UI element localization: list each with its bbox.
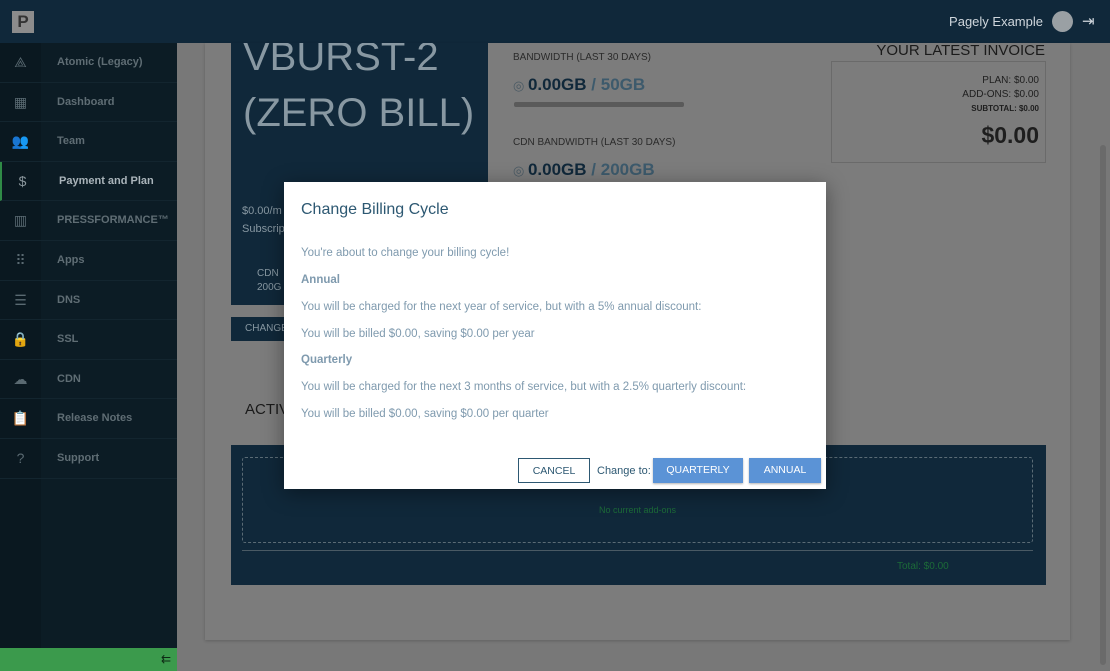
- divider: [242, 550, 1033, 551]
- logout-icon[interactable]: ⇥: [1082, 12, 1095, 30]
- sidebar-item-support[interactable]: ? Support: [0, 439, 177, 479]
- change-billing-cycle-modal: Change Billing Cycle You're about to cha…: [284, 182, 826, 489]
- dns-icon: ☰: [14, 291, 27, 308]
- cdn-limit: / 200GB: [591, 160, 655, 179]
- cloud-icon: ☁: [13, 370, 28, 387]
- sidebar-item-atomic-legacy[interactable]: ⟁ Atomic (Legacy): [0, 43, 177, 83]
- dashboard-icon: ▦: [13, 93, 28, 110]
- help-icon: ?: [16, 450, 25, 466]
- bandwidth-used: 0.00GB: [527, 75, 587, 94]
- cancel-button[interactable]: CANCEL: [518, 458, 590, 483]
- sidebar-item-cdn[interactable]: ☁ CDN: [0, 360, 177, 400]
- active-addons-heading: ACTIV: [245, 401, 290, 418]
- lock-icon: 🔒: [11, 331, 30, 348]
- invoice-plan: PLAN: $0.00: [982, 75, 1039, 86]
- annual-button[interactable]: ANNUAL: [749, 458, 821, 483]
- sidebar-item-release-notes[interactable]: 📋 Release Notes: [0, 399, 177, 439]
- sidebar-item-label: CDN: [57, 372, 81, 385]
- quarterly-heading: Quarterly: [301, 354, 353, 366]
- atomic-icon: ⟁: [14, 54, 27, 70]
- dollar-icon: $: [18, 172, 27, 189]
- invoice-box: PLAN: $0.00 ADD-ONS: $0.00 SUBTOTAL: $0.…: [831, 61, 1046, 163]
- sidebar-item-label: SSL: [57, 333, 79, 346]
- bandwidth-label: BANDWIDTH (LAST 30 DAYS): [513, 52, 651, 63]
- sidebar-item-label: Dashboard: [57, 95, 115, 108]
- change-plan-button[interactable]: CHANGE: [231, 317, 291, 341]
- sidebar-item-label: DNS: [57, 293, 81, 306]
- plan-cdn: CDN 200G: [257, 267, 281, 295]
- bandwidth-progress-bar: [514, 102, 684, 107]
- sidebar-item-team[interactable]: 👥 Team: [0, 122, 177, 162]
- cdn-label: CDN: [257, 268, 279, 279]
- collapse-icon: ⇇: [160, 652, 171, 666]
- top-header: P Pagely Example ⇥: [0, 0, 1110, 43]
- bandwidth-value: ◎ 0.00GB / 50GB: [513, 75, 645, 95]
- signal-icon: ◎: [513, 78, 528, 93]
- sidebar-item-label: PRESSFORMANCE™: [57, 214, 169, 227]
- quarterly-button[interactable]: QUARTERLY: [653, 458, 743, 483]
- plan-title: VBURST-2 (ZERO BILL): [243, 43, 475, 135]
- plan-subscription: Subscrip: [242, 223, 285, 235]
- avatar[interactable]: [1052, 11, 1073, 32]
- clipboard-icon: 📋: [11, 410, 30, 427]
- quarterly-bill: You will be billed $0.00, saving $0.00 p…: [301, 408, 549, 420]
- addons-total: Total: $0.00: [897, 561, 949, 572]
- signal-icon: ◎: [513, 163, 528, 178]
- invoice-addons: ADD-ONS: $0.00: [962, 89, 1039, 100]
- cdn-bandwidth-label: CDN BANDWIDTH (LAST 30 DAYS): [513, 137, 676, 148]
- annual-description: You will be charged for the next year of…: [301, 301, 702, 313]
- change-to-label: Change to:: [597, 465, 651, 477]
- sidebar-item-dashboard[interactable]: ▦ Dashboard: [0, 83, 177, 123]
- collapse-sidebar-button[interactable]: ⇇: [0, 648, 177, 671]
- modal-title: Change Billing Cycle: [301, 201, 449, 218]
- invoice-subtotal: SUBTOTAL: $0.00: [971, 104, 1039, 113]
- no-addons-text: No current add-ons: [598, 505, 677, 515]
- modal-intro: You're about to change your billing cycl…: [301, 247, 510, 259]
- cdn-used: 0.00GB: [527, 160, 587, 179]
- sidebar-item-label: Support: [57, 452, 100, 464]
- sidebar-item-label: Team: [57, 135, 85, 148]
- apps-grid-icon: ⠿: [15, 252, 26, 268]
- plan-price: $0.00/m: [242, 205, 282, 217]
- annual-heading: Annual: [301, 274, 340, 286]
- invoice-title: YOUR LATEST INVOICE: [876, 42, 1045, 59]
- bandwidth-limit: / 50GB: [591, 75, 646, 94]
- chart-icon: ▥: [13, 212, 28, 229]
- sidebar: ⟁ Atomic (Legacy) ▦ Dashboard 👥 Team $ Payment …: [0, 43, 177, 648]
- quarterly-description: You will be charged for the next 3 month…: [301, 381, 747, 393]
- user-name[interactable]: Pagely Example: [949, 14, 1043, 29]
- sidebar-item-label: Payment and Plan: [59, 174, 154, 187]
- team-icon: 👥: [11, 133, 30, 150]
- sidebar-item-label: Apps: [57, 254, 85, 266]
- scrollbar[interactable]: [1100, 145, 1106, 665]
- cdn-amount: 200G: [257, 282, 282, 293]
- invoice-total: $0.00: [981, 122, 1039, 148]
- sidebar-item-label: Atomic (Legacy): [57, 56, 143, 68]
- sidebar-item-label: Release Notes: [57, 412, 133, 425]
- sidebar-item-pressformance[interactable]: ▥ PRESSFORMANCE™: [0, 201, 177, 241]
- cdn-bandwidth-value: ◎ 0.00GB / 200GB: [513, 160, 655, 180]
- sidebar-item-apps[interactable]: ⠿ Apps: [0, 241, 177, 281]
- sidebar-item-ssl[interactable]: 🔒 SSL: [0, 320, 177, 360]
- annual-bill: You will be billed $0.00, saving $0.00 p…: [301, 328, 535, 340]
- pagely-logo[interactable]: P: [12, 11, 34, 33]
- sidebar-item-dns[interactable]: ☰ DNS: [0, 281, 177, 321]
- sidebar-item-payment-and-plan[interactable]: $ Payment and Plan: [0, 161, 177, 202]
